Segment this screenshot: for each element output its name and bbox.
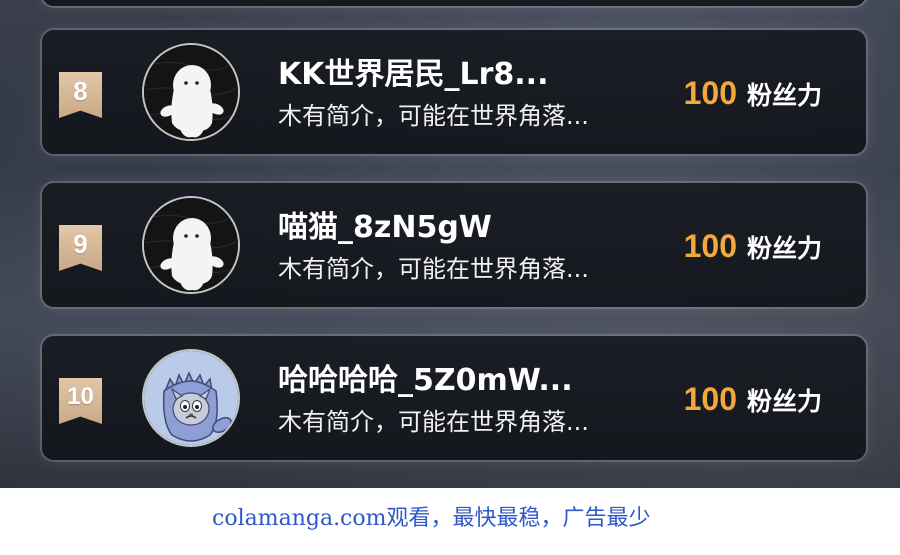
dino-cat-avatar-icon[interactable] <box>144 351 238 445</box>
footer: colamanga.com观看，最快最稳，广告最少 <box>0 488 900 555</box>
fan-power: 100 粉丝力 <box>684 75 822 112</box>
previous-card-edge <box>42 0 866 6</box>
fan-power: 100 粉丝力 <box>684 381 822 418</box>
fan-power-value: 100 <box>683 381 737 417</box>
ranking-item[interactable]: 9 喵猫_8zN5gW 木有简介，可能在世界角落... 100 粉丝力 <box>42 183 866 307</box>
ranking-item[interactable]: 10 哈哈哈哈_5Z0mW... 木有简介，可能在世界角落... 100 粉丝力 <box>42 336 866 460</box>
rank-badge: 10 <box>59 378 102 424</box>
watermark-text: colamanga.com观看，最快最稳，广告最少 <box>212 506 651 531</box>
rank-badge: 9 <box>59 225 102 271</box>
rank-badge: 8 <box>59 72 102 118</box>
user-name[interactable]: KK世界居民_Lr8... <box>278 55 548 95</box>
fan-power-label: 粉丝力 <box>746 234 822 263</box>
fan-power-value: 100 <box>683 75 737 111</box>
ranking-list: 8 KK世界居民_Lr8... 木有简介，可能在世界角落... 100 粉丝力 … <box>0 0 900 488</box>
fan-power: 100 粉丝力 <box>684 228 822 265</box>
fan-power-value: 100 <box>683 228 737 264</box>
user-bio: 木有简介，可能在世界角落... <box>278 102 589 130</box>
ranking-item[interactable]: 8 KK世界居民_Lr8... 木有简介，可能在世界角落... 100 粉丝力 <box>42 30 866 154</box>
fan-power-label: 粉丝力 <box>746 81 822 110</box>
user-bio: 木有简介，可能在世界角落... <box>278 408 589 436</box>
rank-number: 10 <box>67 383 94 410</box>
ghost-avatar-icon[interactable] <box>144 198 238 292</box>
user-name[interactable]: 哈哈哈哈_5Z0mW... <box>278 361 573 401</box>
fan-power-label: 粉丝力 <box>746 387 822 416</box>
user-name[interactable]: 喵猫_8zN5gW <box>278 208 492 248</box>
ghost-avatar-icon[interactable] <box>144 45 238 139</box>
rank-number: 8 <box>73 76 88 106</box>
rank-number: 9 <box>73 229 88 259</box>
user-bio: 木有简介，可能在世界角落... <box>278 255 589 283</box>
